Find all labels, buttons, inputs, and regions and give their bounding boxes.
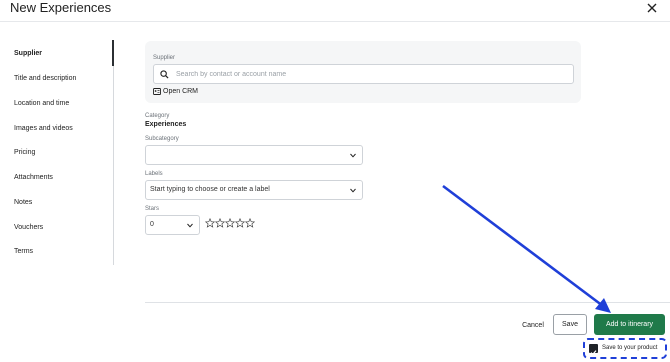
add-to-itinerary-button[interactable]: Add to itinerary [594, 314, 665, 335]
stars-value: 0 [150, 221, 154, 228]
star-rating [205, 218, 255, 228]
id-card-icon [153, 88, 161, 95]
labels-select[interactable]: Start typing to choose or create a label [145, 180, 363, 200]
sidebar-item-attachments[interactable]: Attachments [14, 174, 53, 181]
footer-divider [145, 302, 670, 303]
modal-title: New Experiences [10, 0, 112, 15]
open-crm-label: Open CRM [163, 88, 199, 95]
chevron-down-icon [187, 223, 193, 228]
supplier-card: Supplier Open CRM [145, 41, 581, 103]
sidebar-item-title-and-description[interactable]: Title and description [14, 75, 76, 82]
stars-label: Stars [145, 206, 160, 212]
category-value: Experiences [145, 121, 187, 128]
supplier-search-input[interactable] [176, 67, 566, 81]
subcategory-select[interactable] [145, 145, 363, 165]
sidebar-item-vouchers[interactable]: Vouchers [14, 224, 43, 231]
star-icon[interactable] [205, 218, 215, 228]
labels-placeholder: Start typing to choose or create a label [150, 186, 270, 193]
sidebar-nav: Supplier Title and description Location … [0, 40, 114, 265]
active-indicator [112, 40, 114, 66]
modal-header: New Experiences [0, 0, 670, 22]
chevron-down-icon [350, 153, 356, 158]
save-to-product-checkbox[interactable] [589, 344, 598, 356]
supplier-label: Supplier [153, 55, 176, 61]
chevron-down-icon [350, 188, 356, 193]
close-icon[interactable] [646, 2, 658, 14]
sidebar-item-pricing[interactable]: Pricing [14, 149, 35, 156]
save-button[interactable]: Save [553, 314, 587, 335]
star-icon[interactable] [235, 218, 245, 228]
star-icon[interactable] [225, 218, 235, 228]
sidebar-item-notes[interactable]: Notes [14, 199, 32, 206]
search-icon [160, 70, 169, 79]
star-icon[interactable] [215, 218, 225, 228]
sidebar-item-terms[interactable]: Terms [14, 248, 33, 255]
sidebar-item-supplier[interactable]: Supplier [14, 50, 42, 57]
supplier-search-field[interactable] [153, 64, 574, 84]
sidebar-item-images-and-videos[interactable]: Images and videos [14, 125, 73, 132]
check-icon [590, 350, 597, 356]
save-to-product-highlight: Save to your product [583, 338, 667, 359]
subcategory-label: Subcategory [145, 136, 179, 142]
sidebar-item-location-and-time[interactable]: Location and time [14, 100, 69, 107]
star-icon[interactable] [245, 218, 255, 228]
stars-select[interactable]: 0 [145, 215, 200, 235]
open-crm-link[interactable]: Open CRM [153, 88, 198, 95]
cancel-button[interactable]: Cancel [516, 317, 550, 333]
category-label: Category [145, 113, 170, 119]
save-to-product-label: Save to your product [602, 345, 658, 351]
labels-label: Labels [145, 171, 163, 177]
